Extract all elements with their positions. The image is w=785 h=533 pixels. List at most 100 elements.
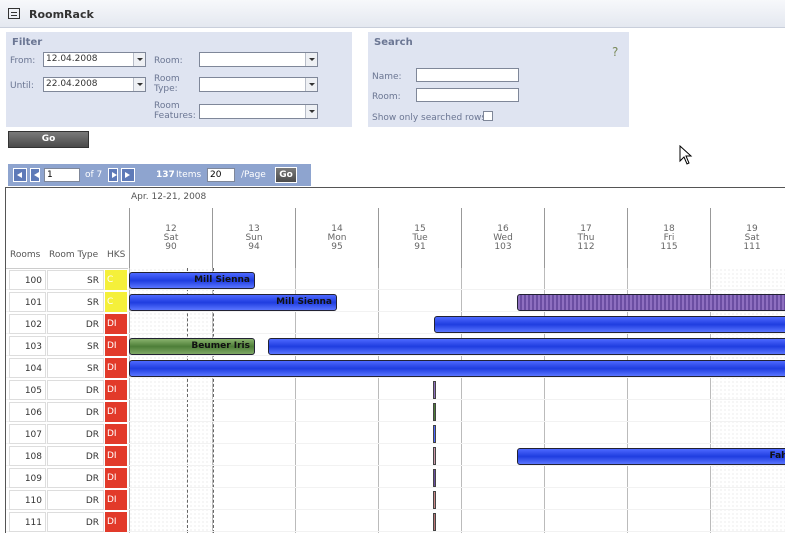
col-hks: HKS <box>107 250 126 260</box>
chevron-down-icon[interactable] <box>133 53 145 66</box>
name-input[interactable] <box>416 68 519 82</box>
hks-status[interactable]: DI <box>105 314 127 334</box>
hks-status[interactable]: DI <box>105 512 127 532</box>
room-number[interactable]: 101 <box>9 292 46 312</box>
chevron-down-icon[interactable] <box>305 105 317 118</box>
hks-status[interactable]: C <box>105 292 127 312</box>
cursor-icon <box>679 145 693 165</box>
chevron-down-icon[interactable] <box>133 78 145 91</box>
rack-row: 105 DR DI <box>6 379 785 400</box>
room-number[interactable]: 102 <box>9 314 46 334</box>
room-type: DR <box>47 402 104 422</box>
only-searched-checkbox[interactable] <box>483 111 493 121</box>
search-room-input[interactable] <box>416 88 519 102</box>
room-number[interactable]: 103 <box>9 336 46 356</box>
room-number[interactable]: 109 <box>9 468 46 488</box>
rack-row: 111 DR DI <box>6 511 785 532</box>
filter-go-button[interactable]: Go <box>8 131 89 148</box>
page-size-value: 20 <box>210 170 222 180</box>
booking-marker[interactable] <box>433 469 436 487</box>
booking-bar[interactable]: Beumer Iris <box>129 338 255 355</box>
room-number[interactable]: 111 <box>9 512 46 532</box>
prev-page-icon[interactable] <box>30 168 40 182</box>
pager: 1 of 7 137 Items 20 /Page Go <box>8 164 311 186</box>
hks-status[interactable]: DI <box>105 468 127 488</box>
booking-marker[interactable] <box>433 403 436 421</box>
room-number[interactable]: 104 <box>9 358 46 378</box>
room-type: SR <box>47 292 104 312</box>
day-header: 18 Fri 115 <box>627 208 710 268</box>
day-header-n: 94 <box>248 242 260 252</box>
page-size-input[interactable]: 20 <box>207 168 235 182</box>
help-icon[interactable]: ? <box>612 46 618 58</box>
rack-row: 107 DR DI <box>6 423 785 444</box>
room-select[interactable] <box>199 52 318 67</box>
room-type-select[interactable] <box>199 77 318 92</box>
day-header-n: 103 <box>494 242 512 252</box>
from-date-select[interactable]: 12.04.2008 <box>43 52 146 67</box>
room-number[interactable]: 107 <box>9 424 46 444</box>
booking-bar[interactable] <box>268 338 785 355</box>
search-room-label: Room: <box>372 92 401 102</box>
booking-marker[interactable] <box>433 425 436 443</box>
hks-status[interactable]: DI <box>105 336 127 356</box>
booking-bar[interactable] <box>434 316 785 333</box>
booking-bar[interactable]: Mill Sienna <box>129 294 337 311</box>
day-header-n: 90 <box>165 242 177 252</box>
hks-status[interactable]: DI <box>105 358 127 378</box>
room-number[interactable]: 100 <box>9 270 46 290</box>
room-type: SR <box>47 270 104 290</box>
room-number[interactable]: 108 <box>9 446 46 466</box>
room-rack-grid: Apr. 12-21, 2008 Rooms Room Type HKS 12 S… <box>5 187 785 533</box>
day-header-n: 115 <box>660 242 678 252</box>
pager-go-button[interactable]: Go <box>275 167 297 183</box>
day-header-n: 95 <box>331 242 343 252</box>
booking-bar[interactable]: Mill Sienna <box>129 272 255 289</box>
booking-marker[interactable] <box>433 381 436 399</box>
hks-status[interactable]: DI <box>105 402 127 422</box>
first-page-icon[interactable] <box>13 168 27 182</box>
room-type: DR <box>47 468 104 488</box>
booking-marker[interactable] <box>433 447 436 465</box>
booking-marker[interactable] <box>433 513 436 531</box>
room-number[interactable]: 106 <box>9 402 46 422</box>
next-page-icon[interactable] <box>108 168 118 182</box>
booking-marker[interactable] <box>433 491 436 509</box>
window-title: RoomRack <box>29 8 94 21</box>
until-label: Until: <box>10 81 34 91</box>
filter-title: Filter <box>12 37 43 48</box>
room-type: DR <box>47 446 104 466</box>
per-page-label: /Page <box>241 170 266 180</box>
hks-status[interactable]: C <box>105 270 127 290</box>
date-range-label: Apr. 12-21, 2008 <box>131 192 207 202</box>
room-type: DR <box>47 424 104 444</box>
room-number[interactable]: 105 <box>9 380 46 400</box>
items-label: Items <box>176 170 202 180</box>
last-page-icon[interactable] <box>121 168 135 182</box>
page-of-label: of 7 <box>85 170 103 180</box>
hks-status[interactable]: DI <box>105 424 127 444</box>
col-rooms: Rooms <box>10 250 41 260</box>
rack-row: 109 DR DI <box>6 467 785 488</box>
items-count: 137 <box>156 170 175 180</box>
booking-bar[interactable] <box>517 294 785 311</box>
booking-bar[interactable] <box>129 360 785 377</box>
room-label: Room: <box>154 56 183 66</box>
day-header: 17 Thu 112 <box>544 208 627 268</box>
chevron-down-icon[interactable] <box>305 53 317 66</box>
until-date-value: 22.04.2008 <box>46 79 98 89</box>
room-type: DR <box>47 380 104 400</box>
name-label: Name: <box>372 72 402 82</box>
room-features-select[interactable] <box>199 104 318 119</box>
from-date-value: 12.04.2008 <box>46 54 98 64</box>
page-input[interactable]: 1 <box>44 168 80 182</box>
hks-status[interactable]: DI <box>105 446 127 466</box>
room-type: DR <box>47 314 104 334</box>
hks-status[interactable]: DI <box>105 490 127 510</box>
chevron-down-icon[interactable] <box>305 78 317 91</box>
room-number[interactable]: 110 <box>9 490 46 510</box>
until-date-select[interactable]: 22.04.2008 <box>43 77 146 92</box>
booking-bar[interactable]: Fahr <box>517 448 785 465</box>
day-header: 16 Wed 103 <box>461 208 544 268</box>
hks-status[interactable]: DI <box>105 380 127 400</box>
